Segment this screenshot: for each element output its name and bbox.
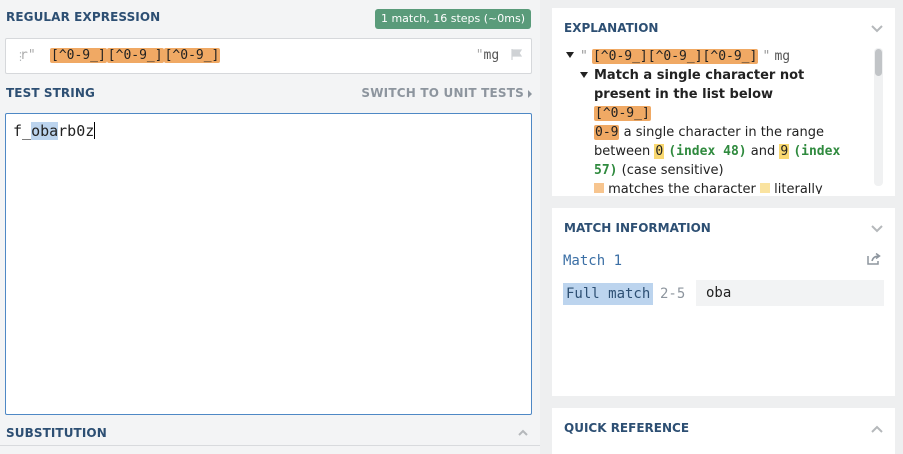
match-highlight: oba	[31, 122, 59, 140]
chevron-right-icon[interactable]	[528, 90, 532, 98]
regex-token: [^0-9_]	[163, 48, 221, 63]
explanation-scrollbar[interactable]	[874, 48, 883, 186]
explanation-panel: EXPLANATION " [^0-9_][^0-9_][^0-9_] " mg…	[552, 8, 895, 196]
match-label: Match 1	[563, 253, 623, 269]
info-sidebar: EXPLANATION " [^0-9_][^0-9_][^0-9_] " mg…	[540, 0, 903, 454]
quick-reference-panel: QUICK REFERENCE	[552, 408, 895, 454]
regex-flags[interactable]: mg	[484, 48, 500, 63]
explanation-tree: " [^0-9_][^0-9_][^0-9_] " mg Match a sin…	[566, 47, 870, 194]
chevron-down-icon[interactable]	[871, 24, 883, 34]
literal-swatch	[594, 183, 604, 193]
share-icon[interactable]	[867, 253, 881, 265]
regex-closing-quote: "	[475, 48, 484, 63]
explanation-root: " [^0-9_][^0-9_][^0-9_] " mg	[566, 47, 870, 66]
caret-down-icon[interactable]	[566, 52, 574, 58]
explanation-item: Match a single character not present in …	[566, 66, 870, 194]
explanation-pattern: [^0-9_][^0-9_][^0-9_]	[591, 49, 759, 64]
caret-down-icon[interactable]	[580, 72, 588, 78]
regex-prefix: r"	[20, 48, 36, 63]
test-text-after: rb0z	[58, 122, 95, 140]
match-status-badge: 1 match, 16 steps (~0ms)	[374, 9, 531, 29]
chevron-up-icon[interactable]	[871, 424, 883, 434]
regex-editor-column: REGULAR EXPRESSION 1 match, 16 steps (~0…	[0, 0, 540, 454]
substitution-section-title[interactable]: SUBSTITUTION	[6, 426, 107, 440]
regex-flags-area[interactable]: "mg	[476, 48, 523, 63]
explanation-literal: matches the character literally (case	[594, 180, 858, 194]
regex-token: [^0-9_]	[50, 48, 107, 63]
test-text-before: f_	[13, 122, 32, 140]
match-information-panel: MATCH INFORMATION Match 1 Full match 2-5…	[552, 208, 895, 396]
full-match-label: Full match	[563, 283, 654, 305]
regex-section-title: REGULAR EXPRESSION	[6, 10, 161, 24]
explanation-token: [^0-9_]	[594, 106, 651, 121]
chevron-down-icon[interactable]	[871, 224, 883, 234]
text-caret	[94, 122, 96, 139]
regex-pattern[interactable]: [^0-9_] [^0-9_] [^0-9_]	[50, 48, 221, 63]
explanation-range: 0-9 a single character in the range betw…	[594, 125, 841, 178]
test-string-section-title: TEST STRING	[6, 86, 95, 100]
test-string-text[interactable]: f_obarb0z	[13, 122, 96, 140]
divider	[0, 445, 540, 446]
chevron-up-icon[interactable]	[518, 428, 528, 438]
match-range: 2-5	[660, 286, 686, 302]
match-value[interactable]: oba	[696, 280, 884, 306]
switch-to-unit-tests-link[interactable]: SWITCH TO UNIT TESTS	[361, 86, 524, 100]
regex-token: [^0-9_]	[106, 48, 164, 63]
flag-icon[interactable]	[511, 49, 523, 60]
explanation-item-title: Match a single character not present in …	[594, 68, 805, 102]
regex-input[interactable]: ⋮ r" [^0-9_] [^0-9_] [^0-9_] "mg	[5, 38, 532, 74]
explanation-title[interactable]: EXPLANATION	[564, 21, 658, 35]
scrollbar-thumb[interactable]	[875, 49, 882, 76]
literal-swatch	[760, 183, 771, 193]
quick-reference-title[interactable]: QUICK REFERENCE	[564, 421, 689, 435]
match-information-title[interactable]: MATCH INFORMATION	[564, 221, 711, 235]
test-string-input[interactable]: f_obarb0z	[5, 113, 532, 415]
